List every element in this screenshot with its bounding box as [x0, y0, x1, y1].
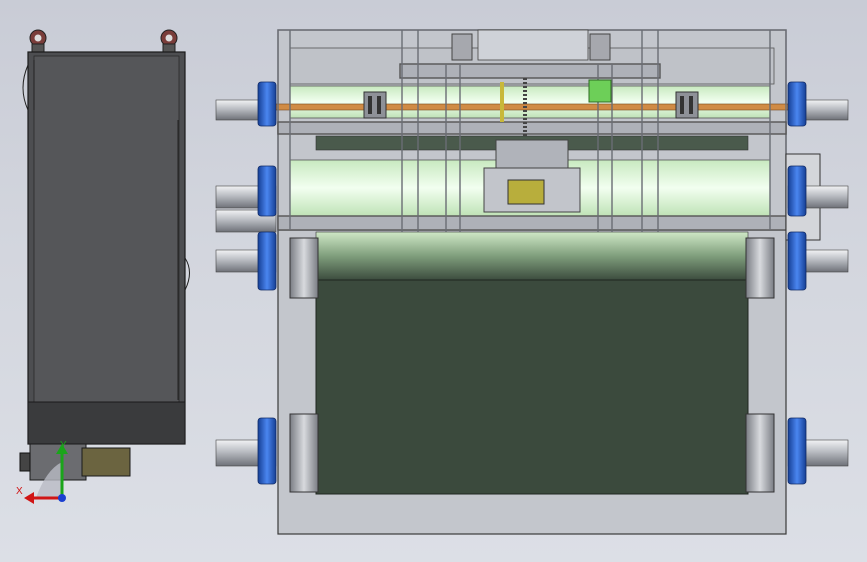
x-axis-label: X [16, 486, 23, 497]
graphics-viewport[interactable]: X Y [0, 0, 867, 562]
belt-upper-surface [315, 231, 749, 281]
side-motor [81, 447, 131, 477]
lifting-eye-right [160, 29, 178, 53]
z-axis-dot [58, 494, 66, 502]
drum-right-upper [745, 237, 775, 299]
bearing-block-right [675, 91, 699, 119]
bearing-block-left [363, 91, 387, 119]
lifting-eye-left [29, 29, 47, 53]
cad-model-canvas[interactable] [0, 0, 867, 562]
drum-left-upper [289, 237, 319, 299]
drum-right-lower [745, 413, 775, 493]
front-elevation-view[interactable] [215, 29, 849, 535]
side-elevation-view[interactable] [19, 29, 190, 481]
green-sensor [588, 79, 612, 103]
copper-shaft [229, 103, 841, 111]
yellow-coupling [507, 179, 545, 205]
conveyor-belt [315, 279, 749, 495]
y-axis-label: Y [60, 440, 67, 451]
drum-left-lower [289, 413, 319, 493]
